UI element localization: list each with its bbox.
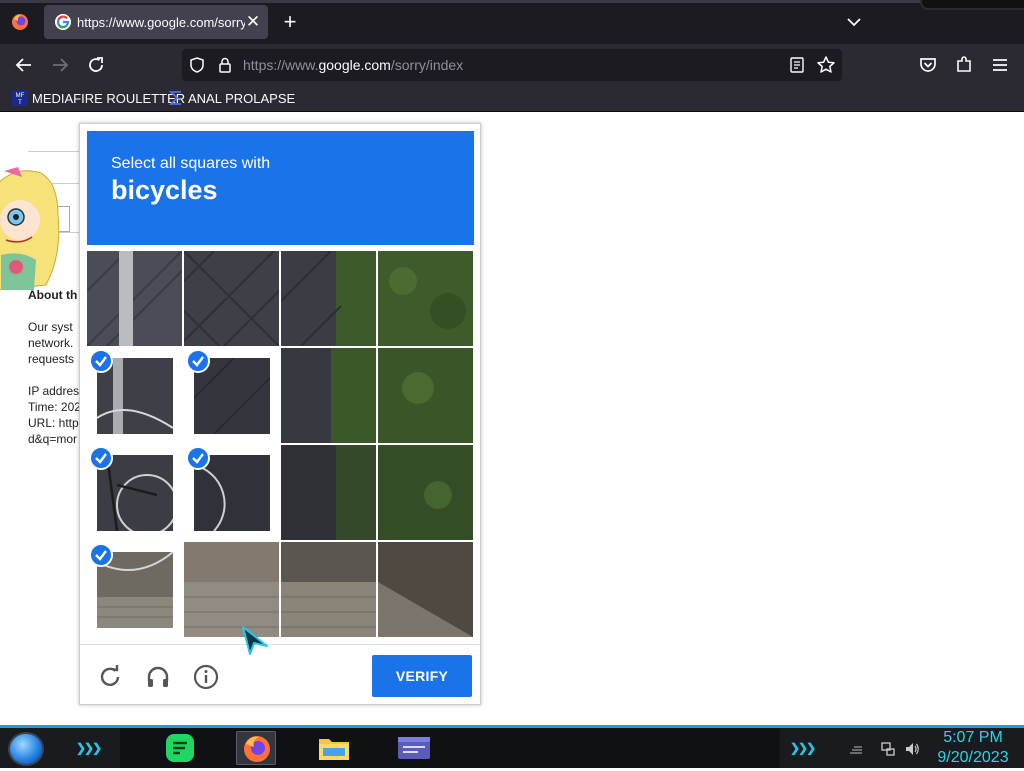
grid-tile-11[interactable]	[281, 445, 376, 540]
url-prefix: https://www.	[243, 57, 319, 73]
browser-tab[interactable]: https://www.google.com/sorry/index ✕	[44, 5, 268, 39]
grid-tile-3[interactable]	[281, 251, 376, 346]
mft-icon: MF T	[12, 90, 28, 106]
tile-image	[184, 542, 279, 637]
firefox-taskbar-button[interactable]	[236, 731, 276, 765]
challenge-instruction: Select all squares with	[111, 155, 271, 172]
taskbar-center-panel	[120, 728, 780, 768]
tile-image	[378, 251, 473, 346]
notes-app-icon[interactable]	[160, 731, 200, 765]
tracking-protection-shield-icon[interactable]	[188, 56, 206, 74]
system-clock[interactable]: 5:07 PM 9/20/2023	[928, 728, 1018, 768]
navigation-toolbar: https://www.google.com/sorry/index	[0, 44, 1024, 86]
bookmark-mediafire-rouletter[interactable]: MF T MEDIAFIRE ROULETTER	[12, 89, 185, 109]
network-icon[interactable]	[880, 741, 896, 757]
tile-image	[87, 251, 182, 346]
forward-icon[interactable]	[48, 53, 72, 77]
taskbar-decoration-icon: ❯❯❯	[790, 741, 816, 755]
tile-selected-check-icon	[186, 446, 210, 470]
grid-tile-7[interactable]	[281, 348, 376, 443]
clock-date: 9/20/2023	[937, 749, 1009, 766]
firefox-icon	[244, 736, 270, 762]
grid-tile-15[interactable]	[281, 542, 376, 637]
firefox-view-icon[interactable]	[10, 12, 30, 32]
taskbar-decoration-icon: ❯❯❯	[76, 741, 102, 755]
clock-time: 5:07 PM	[943, 729, 1003, 746]
lock-icon[interactable]	[216, 56, 234, 74]
grid-tile-1[interactable]	[87, 251, 182, 346]
bookmark-label: MEDIAFIRE ROULETTER	[32, 91, 186, 106]
tab-bar: https://www.google.com/sorry/index ✕ +	[0, 0, 1024, 44]
tile-selected-check-icon	[89, 446, 113, 470]
tile-selected-check-icon	[89, 543, 113, 567]
tab-close-icon[interactable]: ✕	[244, 13, 262, 31]
theme-decoration	[920, 0, 1024, 10]
volume-icon[interactable]	[904, 741, 920, 757]
start-button[interactable]	[8, 732, 44, 766]
mouse-cursor-icon	[242, 626, 268, 655]
file-explorer-icon[interactable]	[314, 731, 354, 765]
url-domain: google.com	[318, 57, 391, 73]
extensions-icon[interactable]	[952, 53, 976, 77]
sigma-icon	[168, 91, 181, 105]
google-icon	[55, 14, 71, 30]
challenge-target: bicycles	[111, 175, 218, 205]
verify-button[interactable]: VERIFY	[372, 655, 472, 697]
challenge-footer: VERIFY	[80, 644, 480, 704]
bookmark-anal-prolapse[interactable]: ANAL PROLAPSE	[168, 89, 295, 109]
grid-tile-12[interactable]	[378, 445, 473, 540]
bookmark-star-icon[interactable]	[816, 55, 836, 75]
image-grid	[87, 251, 475, 639]
grid-tile-14[interactable]	[184, 542, 279, 637]
url-path: /sorry/index	[390, 57, 464, 73]
info-icon[interactable]	[192, 663, 220, 691]
reload-icon[interactable]	[84, 53, 108, 77]
show-desktop-icon[interactable]	[848, 741, 864, 757]
bookmarks-toolbar: MF T MEDIAFIRE ROULETTER ANAL PROLAPSE	[0, 86, 1024, 112]
new-tab-button[interactable]: +	[278, 10, 302, 34]
tile-image	[378, 445, 473, 540]
grid-tile-8[interactable]	[378, 348, 473, 443]
tile-image	[378, 542, 473, 637]
svg-text:MF: MF	[16, 93, 25, 99]
grid-tile-16[interactable]	[378, 542, 473, 637]
back-icon[interactable]	[12, 53, 36, 77]
tile-image	[281, 251, 376, 346]
app-window-icon[interactable]	[394, 731, 434, 765]
tile-image	[378, 348, 473, 443]
tile-image	[281, 348, 376, 443]
tile-selected-check-icon	[186, 349, 210, 373]
grid-tile-2[interactable]	[184, 251, 279, 346]
cartoon-sticker	[0, 167, 60, 291]
challenge-header: Select all squares with bicycles	[87, 131, 474, 245]
app-menu-icon[interactable]	[988, 53, 1012, 77]
pocket-icon[interactable]	[916, 53, 940, 77]
address-bar[interactable]: https://www.google.com/sorry/index	[182, 49, 842, 81]
audio-challenge-icon[interactable]	[144, 663, 172, 691]
tab-bar-top-edge	[0, 0, 1024, 3]
tile-image	[281, 542, 376, 637]
taskbar: ❯❯❯ ❯❯❯ 5:07 PM 9/20/2023	[0, 725, 1024, 768]
svg-text:T: T	[18, 100, 22, 106]
reload-challenge-icon[interactable]	[96, 663, 124, 691]
reader-view-icon[interactable]	[788, 56, 806, 74]
tile-image	[184, 251, 279, 346]
list-all-tabs-icon[interactable]	[842, 12, 866, 32]
grid-tile-4[interactable]	[378, 251, 473, 346]
tab-title: https://www.google.com/sorry/index	[77, 15, 245, 30]
recaptcha-challenge: Select all squares with bicycles VERIFY	[79, 123, 481, 705]
tile-selected-check-icon	[89, 349, 113, 373]
tile-image	[281, 445, 376, 540]
url-text[interactable]: https://www.google.com/sorry/index	[243, 57, 463, 73]
bookmark-label: ANAL PROLAPSE	[188, 91, 296, 106]
